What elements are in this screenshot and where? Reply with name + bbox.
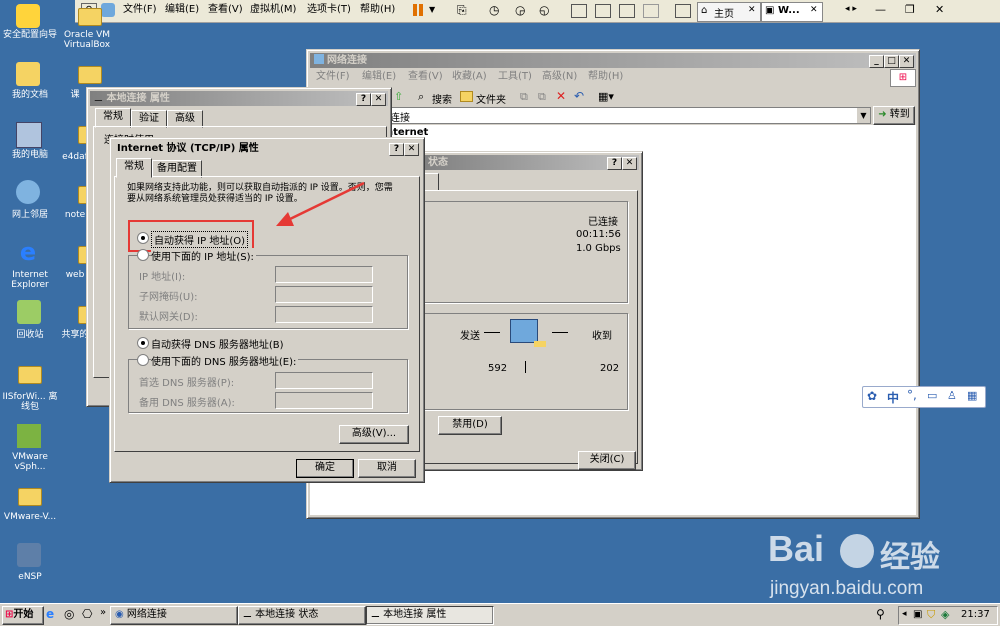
paw-logo-icon xyxy=(840,534,874,568)
taskbar-item-properties[interactable]: ⚊ 本地连接 属性 xyxy=(366,606,494,625)
tab-general[interactable]: 常规 xyxy=(116,158,152,178)
user-icon[interactable]: ♙ xyxy=(947,389,957,402)
grid-icon[interactable]: ▦ xyxy=(967,389,977,402)
connection-icon: ⚊ xyxy=(371,609,380,620)
system-tray: ◂ ▣ ⛉ ◈ 21:37 xyxy=(898,606,998,625)
keyboard-icon[interactable]: ▭ xyxy=(927,389,937,402)
baidu-watermark: Bai 经验 jingyan.baidu.com xyxy=(768,528,978,608)
connection-icon: ⚊ xyxy=(243,609,252,620)
watermark-suffix: 经验 xyxy=(880,540,940,575)
ime-toolbar: ✿ 中 °, ▭ ♙ ▦ xyxy=(862,386,986,408)
punctuation-icon[interactable]: °, xyxy=(907,388,917,402)
tray-lan-icon[interactable]: ▣ xyxy=(913,609,922,620)
chevron-right-icon[interactable]: » xyxy=(100,607,106,618)
quicklaunch-desktop-icon[interactable]: ◎ xyxy=(64,607,74,621)
watermark-brand: Bai xyxy=(768,528,825,569)
network-folder-icon: ◉ xyxy=(115,609,124,620)
taskbar-item-status[interactable]: ⚊ 本地连接 状态 xyxy=(238,606,366,625)
start-button[interactable]: ⊞开始 xyxy=(2,606,44,625)
watermark-url: jingyan.baidu.com xyxy=(770,578,924,599)
paw-icon[interactable]: ✿ xyxy=(867,389,877,403)
taskbar-item-network[interactable]: ◉ 网络连接 xyxy=(110,606,238,625)
tray-volume-icon[interactable]: ◈ xyxy=(941,608,949,621)
tray-expand-icon[interactable]: ◂ xyxy=(902,609,907,619)
taskbar: ⊞开始 e ◎ ⎔ » ◉ 网络连接 ⚊ 本地连接 状态 ⚊ 本地连接 属性 ⚲… xyxy=(0,603,1000,626)
quicklaunch-app-icon[interactable]: ⎔ xyxy=(82,607,92,621)
tray-shield-icon[interactable]: ⛉ xyxy=(927,608,935,622)
tray-network-icon[interactable]: ⚲ xyxy=(876,607,885,621)
quicklaunch-ie-icon[interactable]: e xyxy=(46,607,54,621)
